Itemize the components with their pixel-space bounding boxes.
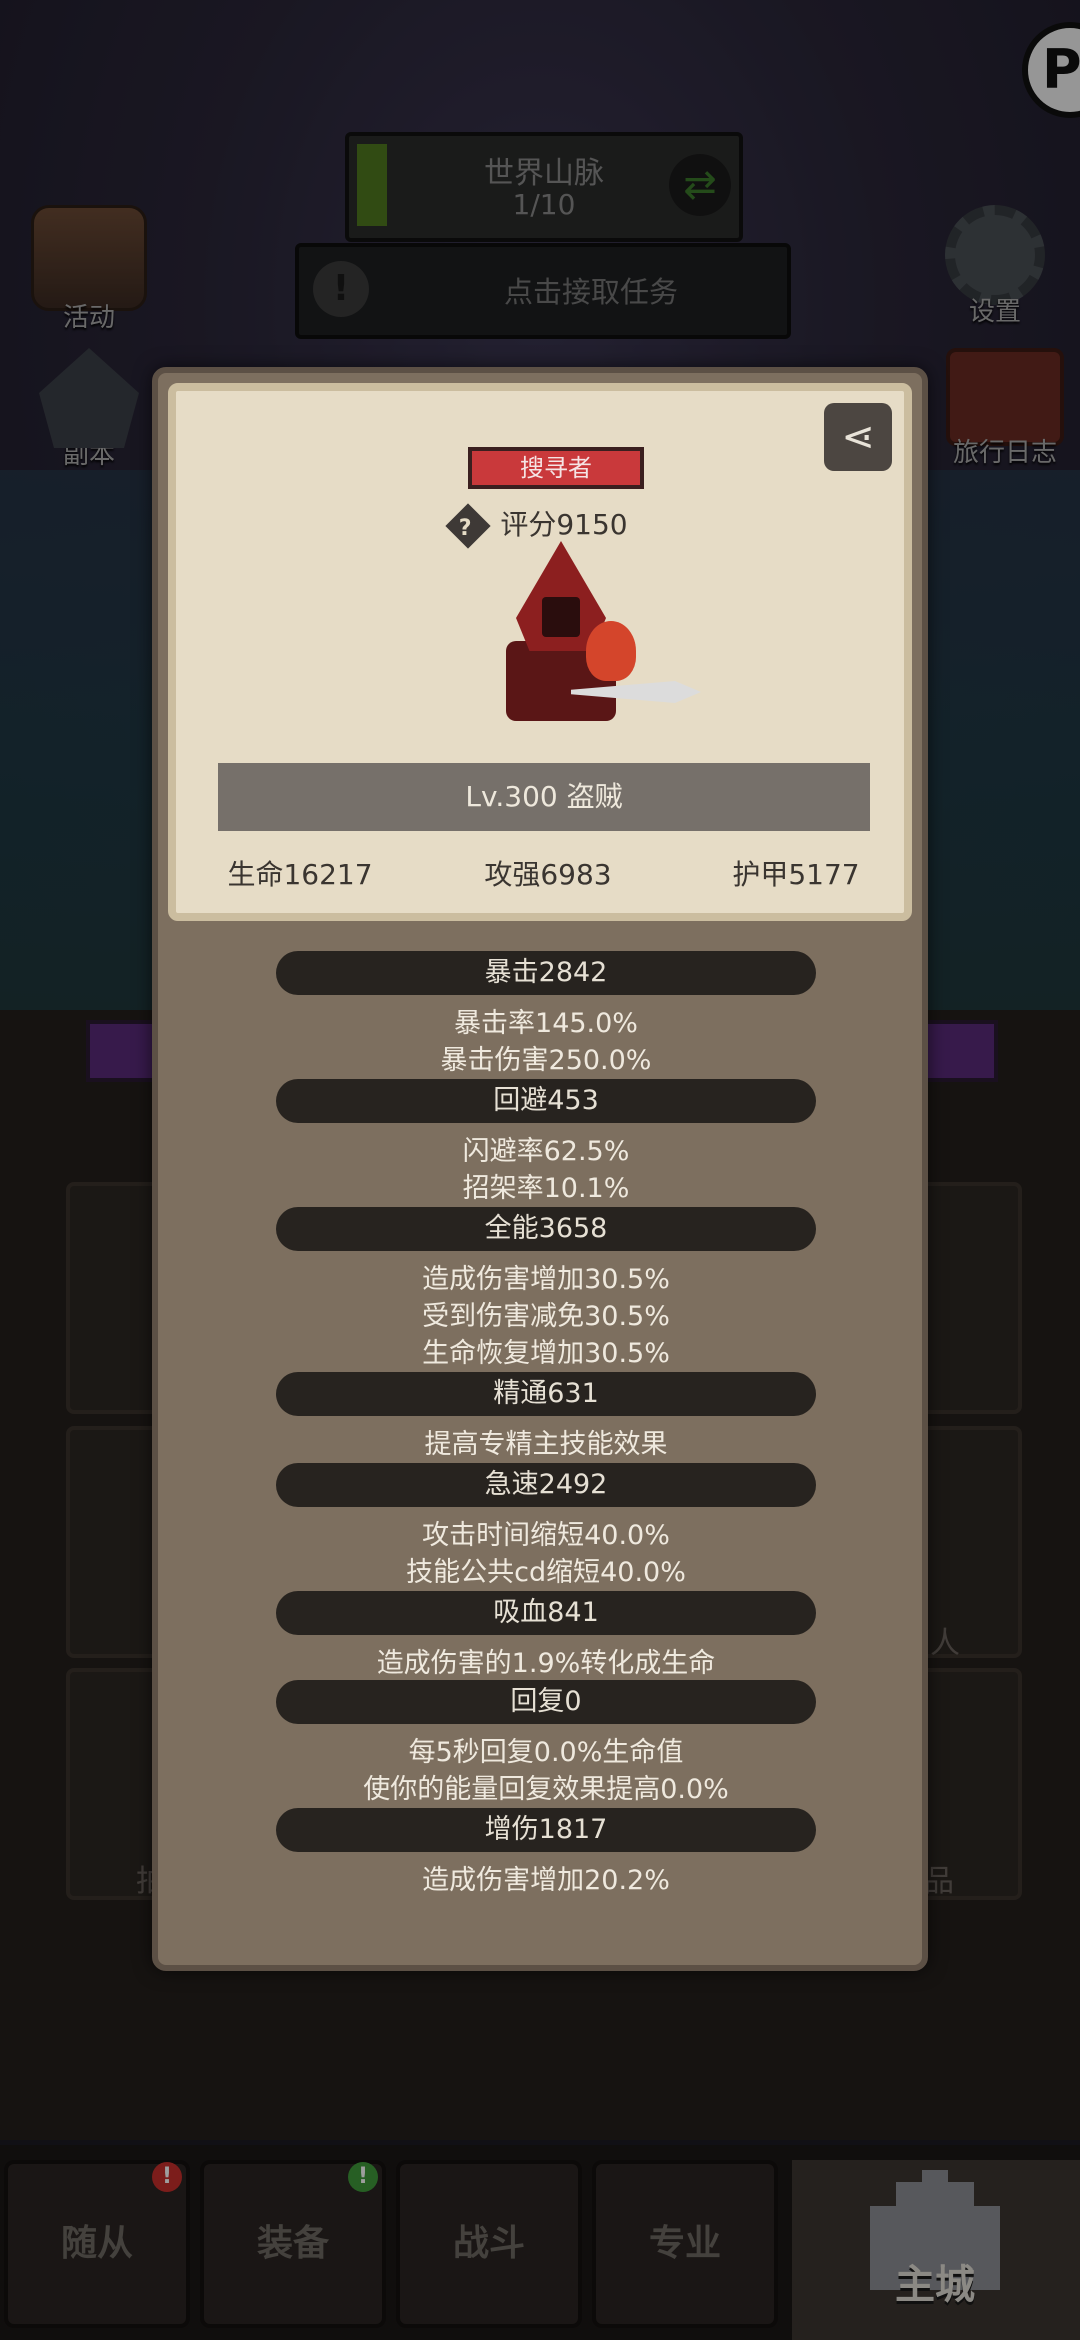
stat-line: 提高专精主技能效果: [424, 1429, 668, 1460]
stat-header: 急速2492: [276, 1463, 816, 1507]
base-stats: 生命16217 攻强6983 护甲5177: [176, 853, 920, 893]
stat-attack-power: 攻强6983: [484, 858, 612, 891]
stat-header: 暴击2842: [276, 951, 816, 995]
stat-header: 精通631: [276, 1372, 816, 1416]
score-value: 评分9150: [500, 508, 628, 541]
stat-line: 受到伤害减免30.5%: [422, 1301, 670, 1332]
stat-line: 造成伤害增加30.5%: [422, 1264, 670, 1295]
stat-line: 每5秒回复0.0%生命值: [408, 1737, 684, 1768]
stat-line: 使你的能量回复效果提高0.0%: [363, 1774, 729, 1805]
stat-header: 回避453: [276, 1079, 816, 1123]
stat-header: 增伤1817: [276, 1808, 816, 1852]
stat-line: 暴击率145.0%: [454, 1008, 638, 1039]
score-row: ? 评分9150: [176, 503, 904, 549]
share-icon[interactable]: ⋖: [824, 403, 892, 471]
stat-header: 全能3658: [276, 1207, 816, 1251]
stat-header: 吸血841: [276, 1591, 816, 1635]
stat-header: 回复0: [276, 1680, 816, 1724]
character-avatar: [476, 541, 701, 741]
stat-line: 生命恢复增加30.5%: [422, 1338, 670, 1369]
character-stats-modal: ⋖ 搜寻者 ? 评分9150 Lv.300 盗贼 生命16217 攻强6983 护…: [152, 367, 928, 1971]
stat-hp: 生命16217: [227, 858, 373, 891]
stat-line: 造成伤害增加20.2%: [422, 1865, 670, 1896]
stat-line: 技能公共cd缩短40.0%: [406, 1557, 686, 1588]
stat-line: 招架率10.1%: [462, 1173, 630, 1204]
stat-line: 造成伤害的1.9%转化成生命: [376, 1648, 716, 1679]
character-card: ⋖ 搜寻者 ? 评分9150 Lv.300 盗贼 生命16217 攻强6983 护…: [168, 383, 912, 921]
stat-armor: 护甲5177: [732, 858, 860, 891]
stat-line: 暴击伤害250.0%: [440, 1045, 652, 1076]
stat-line: 攻击时间缩短40.0%: [422, 1520, 670, 1551]
stat-line: 闪避率62.5%: [462, 1136, 630, 1167]
level-banner: Lv.300 盗贼: [218, 763, 870, 831]
class-tag: 搜寻者: [468, 447, 644, 489]
